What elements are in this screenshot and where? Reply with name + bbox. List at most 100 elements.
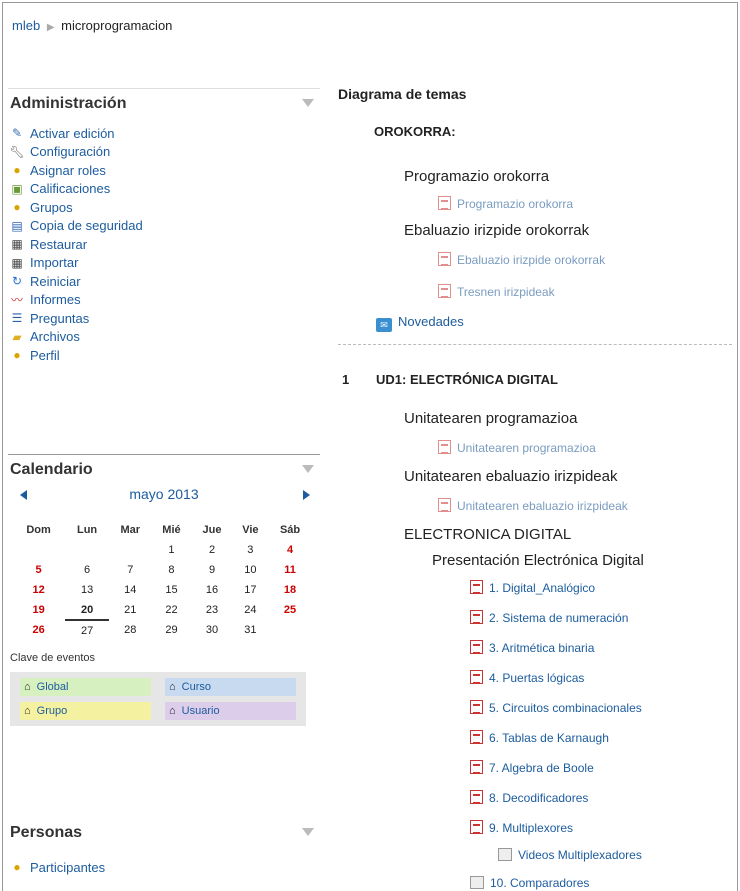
calendar-week-row: 19 20 21 22 23 24 25 [12,600,312,621]
admin-item-files[interactable]: ▰ Archivos [8,328,320,347]
lesson-pdf-link[interactable]: 8. Decodificadores [470,790,588,805]
calendar-month-link[interactable]: mayo 2013 [8,486,320,502]
resource-label: Videos Multiplexadores [518,848,642,862]
admin-item-settings[interactable]: 🔧︎ Configuración [8,143,320,162]
unit-eval-pdf-link[interactable]: Unitatearen ebaluazio irizpideak [438,498,628,513]
news-forum-link[interactable]: ✉ Novedades [376,314,464,332]
calendar-day[interactable]: 15 [152,580,192,600]
event-key-user[interactable]: ⌂ Usuario [165,702,296,720]
section-1-title: UD1: ELECTRÓNICA DIGITAL [376,372,558,387]
pencil-icon: ✎ [11,126,23,141]
reset-icon: ↻ [11,274,23,289]
admin-item-label: Perfil [30,347,60,363]
resource-label: 4. Puertas lógicas [489,671,585,685]
general-prog-pdf-link[interactable]: Programazio orokorra [438,196,573,211]
calendar-block-title: Calendario [10,461,93,478]
admin-item-label: Preguntas [30,310,90,326]
calendar-day[interactable]: 3 [233,540,268,560]
calendar-day[interactable]: 20 [65,600,109,621]
admin-item-label: Restaurar [30,236,88,252]
lesson-pdf-link[interactable]: 5. Circuitos combinacionales [470,700,642,715]
admin-item-label: Activar edición [30,125,115,141]
admin-item-restore[interactable]: ▦ Restaurar [8,235,320,254]
calendar-day[interactable]: 23 [191,600,232,620]
calendar-day[interactable]: 11 [268,560,312,580]
admin-item-reset[interactable]: ↻ Reiniciar [8,272,320,291]
calendar-day[interactable]: 1 [152,540,192,560]
admin-item-reports[interactable]: 〰 Informes [8,291,320,310]
video-multiplexers-link[interactable]: Videos Multiplexadores [498,848,642,862]
lesson-pdf-link[interactable]: 3. Aritmética binaria [470,640,594,655]
calendar-day[interactable]: 28 [109,620,152,640]
general-eval-pdf-link[interactable]: Ebaluazio irizpide orokorrak [438,252,605,267]
calendar-day[interactable]: 12 [12,580,65,600]
event-key-grid: ⌂ Global ⌂ Curso ⌂ Grupo ⌂ Usuario [10,672,306,726]
calendar-day[interactable]: 5 [12,560,65,580]
lesson-pdf-link[interactable]: 4. Puertas lógicas [470,670,584,685]
resource-label: Unitatearen ebaluazio irizpideak [457,499,628,513]
calendar-day[interactable]: 26 [12,620,65,640]
calendar-day [268,620,312,640]
calendar-day[interactable]: 21 [109,600,152,620]
collapse-toggle-icon[interactable] [302,465,314,473]
admin-item-backup[interactable]: ▤ Copia de seguridad [8,217,320,236]
admin-item-grades[interactable]: ▣ Calificaciones [8,180,320,199]
ed-label: ELECTRONICA DIGITAL [404,526,572,543]
calendar-day[interactable]: 16 [191,580,232,600]
event-key-course[interactable]: ⌂ Curso [165,678,296,696]
admin-item-import[interactable]: ▦ Importar [8,254,320,273]
calendar-day[interactable]: 4 [268,540,312,560]
calendar-day[interactable]: 2 [191,540,232,560]
pdf-icon [470,820,483,834]
unit-prog-pdf-link[interactable]: Unitatearen programazioa [438,440,596,455]
weekday-header: Dom [26,524,51,536]
collapse-toggle-icon[interactable] [302,99,314,107]
lesson-pdf-link[interactable]: 1. Digital_Analógico [470,580,595,595]
next-month-icon[interactable] [303,490,310,500]
lesson-pdf-link[interactable]: 9. Multiplexores [470,820,573,835]
calendar-day[interactable]: 14 [109,580,152,600]
admin-item-profile[interactable]: ● Perfil [8,346,320,365]
calendar-day[interactable]: 27 [65,620,109,640]
admin-item-edit[interactable]: ✎ Activar edición [8,124,320,143]
event-key-label: Global [36,681,69,693]
lesson-pdf-link[interactable]: 7. Algebra de Boole [470,760,594,775]
lesson-pdf-link[interactable]: 2. Sistema de numeración [470,610,628,625]
admin-item-roles[interactable]: ● Asignar roles [8,161,320,180]
event-key-group[interactable]: ⌂ Grupo [20,702,151,720]
calendar-day[interactable]: 17 [233,580,268,600]
calendar-day[interactable]: 13 [65,580,109,600]
calendar-day[interactable]: 25 [268,600,312,620]
calendar-day[interactable]: 7 [109,560,152,580]
participants-link[interactable]: ● Participantes [8,858,320,877]
pdf-icon [470,730,483,744]
calendar-day[interactable]: 9 [191,560,232,580]
course-content: Diagrama de temas OROKORRA: Programazio … [332,86,732,890]
admin-item-questions[interactable]: ☰ Preguntas [8,309,320,328]
calendar-day[interactable]: 31 [233,620,268,640]
global-event-icon: ⌂ [24,681,31,693]
calendar-week-row: 1234 [12,540,312,560]
comparators-link[interactable]: 10. Comparadores [470,876,589,890]
resource-label: 10. Comparadores [490,876,590,890]
calendar-day[interactable]: 18 [268,580,312,600]
calendar-day[interactable]: 22 [152,600,192,620]
calendar-day[interactable]: 30 [191,620,232,640]
calendar-day[interactable]: 8 [152,560,192,580]
lesson-pdf-link[interactable]: 6. Tablas de Karnaugh [470,730,609,745]
calendar-nav: mayo 2013 [8,484,320,508]
event-key-global[interactable]: ⌂ Global [20,678,151,696]
calendar-day[interactable]: 19 [12,600,65,620]
calendar-day[interactable]: 6 [65,560,109,580]
calendar-day[interactable]: 10 [233,560,268,580]
calendar-day[interactable]: 24 [233,600,268,620]
general-tools-pdf-link[interactable]: Tresnen irizpideak [438,284,555,299]
calendar-day[interactable]: 29 [152,620,192,640]
admin-item-groups[interactable]: ● Grupos [8,198,320,217]
grades-icon: ▣ [11,181,23,196]
resource-label: 6. Tablas de Karnaugh [489,731,609,745]
admin-item-label: Importar [30,255,79,271]
document-icon [498,848,512,861]
breadcrumb-home-link[interactable]: mleb [12,18,40,33]
collapse-toggle-icon[interactable] [302,828,314,836]
